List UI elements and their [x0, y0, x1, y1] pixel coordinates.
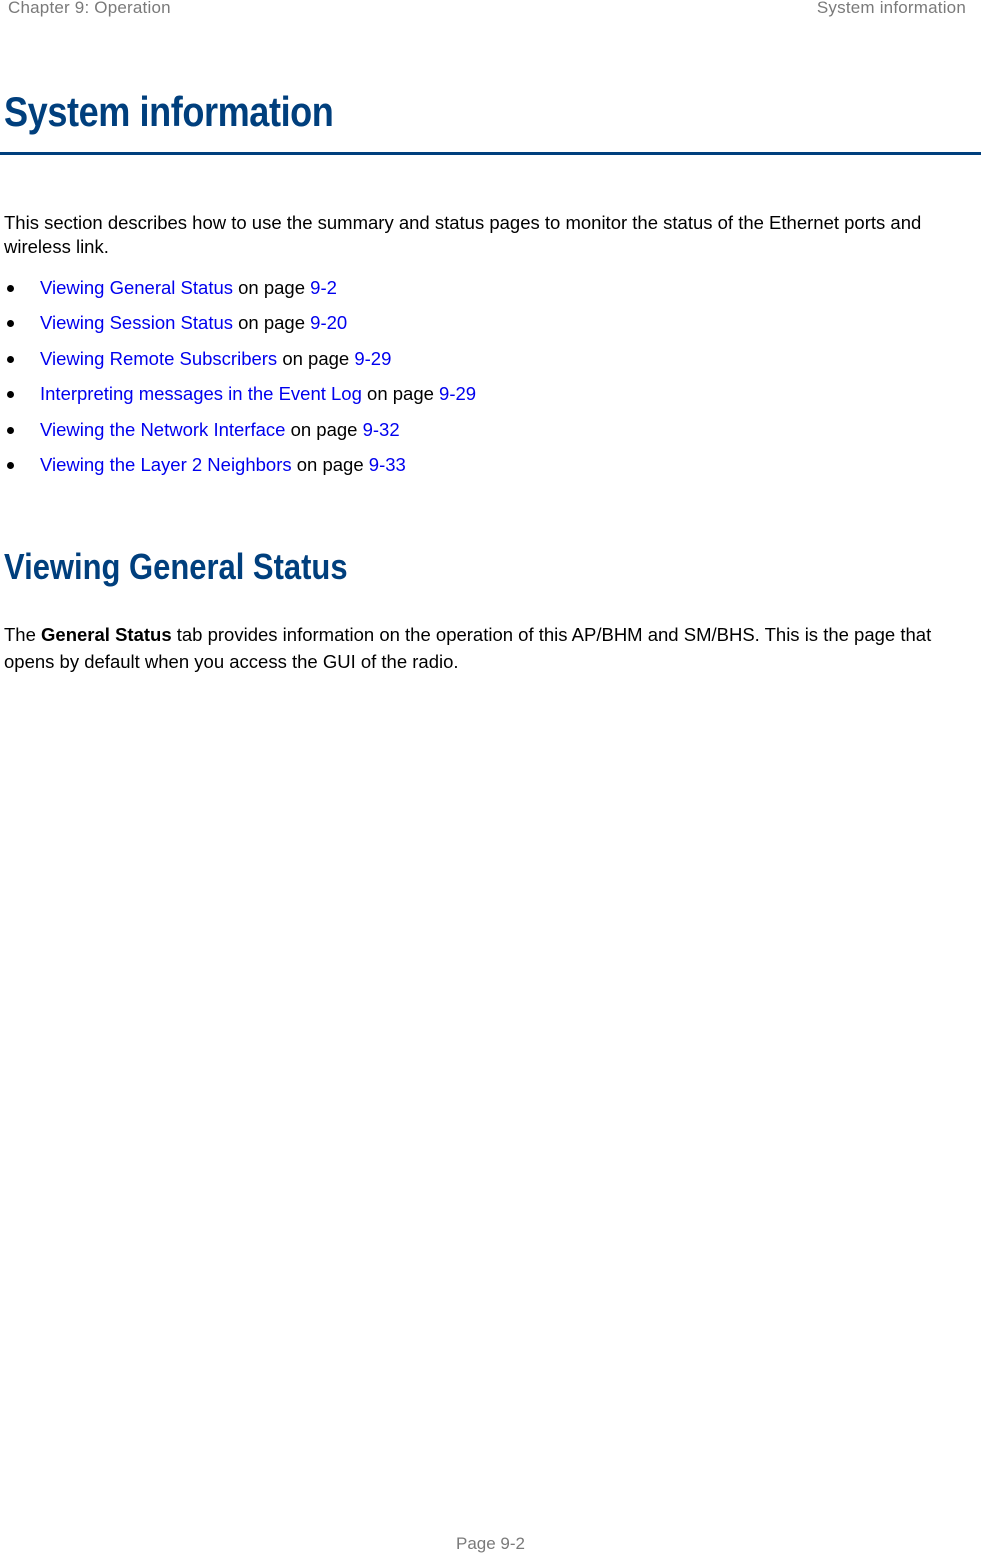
- toc-connector: on page: [233, 277, 311, 298]
- subsection-title: Viewing General Status: [4, 546, 348, 587]
- toc-link[interactable]: Viewing Session Status: [40, 312, 233, 333]
- section-intro: This section describes how to use the su…: [4, 212, 922, 257]
- header-section: System information: [816, 0, 966, 17]
- toc-link[interactable]: Viewing the Network Interface: [40, 419, 285, 440]
- bullet-icon: [7, 285, 14, 292]
- toc-page-ref[interactable]: 9-2: [310, 277, 337, 298]
- toc-page-ref[interactable]: 9-29: [439, 383, 476, 404]
- subsection-paragraph: The General Status tab provides informat…: [4, 621, 979, 675]
- toc-connector: on page: [285, 418, 363, 440]
- bullet-icon: [7, 461, 14, 469]
- toc-entry: Viewing the Layer 2 Neighbors on page 9-…: [40, 453, 406, 477]
- bullet-icon: [7, 426, 14, 434]
- section-title-rule: [0, 152, 981, 155]
- toc-entry: Interpreting messages in the Event Log o…: [40, 382, 476, 406]
- bullet-icon: [7, 355, 14, 363]
- toc-connector: on page: [291, 453, 369, 475]
- toc-link[interactable]: Viewing Remote Subscribers: [40, 348, 277, 369]
- bullet-icon: [7, 320, 14, 328]
- toc-page-ref[interactable]: 9-29: [354, 348, 391, 369]
- section-title: System information: [4, 88, 334, 135]
- toc-entry: Viewing Remote Subscribers on page 9-29: [40, 347, 391, 371]
- toc-link[interactable]: Viewing General Status: [40, 277, 233, 298]
- page-footer: Page 9-2: [456, 1534, 525, 1553]
- bullet-icon: [7, 391, 14, 399]
- toc-connector: on page: [277, 347, 355, 369]
- toc-page-ref[interactable]: 9-32: [363, 419, 400, 440]
- toc-connector: on page: [233, 312, 311, 334]
- toc-page-ref[interactable]: 9-33: [369, 454, 406, 475]
- running-header: Chapter 9: Operation System information: [0, 0, 981, 20]
- toc-connector: on page: [361, 383, 440, 405]
- toc-link[interactable]: Viewing the Layer 2 Neighbors: [40, 454, 292, 475]
- toc-entry: Viewing the Network Interface on page 9-…: [40, 418, 400, 442]
- toc-entry: Viewing General Status on page 9-2: [40, 276, 337, 300]
- toc-entry: Viewing Session Status on page 9-20: [40, 311, 347, 335]
- header-chapter: Chapter 9: Operation: [8, 0, 171, 17]
- paragraph-bold-term: General Status: [41, 624, 172, 645]
- toc-page-ref[interactable]: 9-20: [310, 312, 347, 333]
- toc-link[interactable]: Interpreting messages in the Event Log: [40, 383, 362, 404]
- paragraph-prefix: The: [4, 624, 42, 645]
